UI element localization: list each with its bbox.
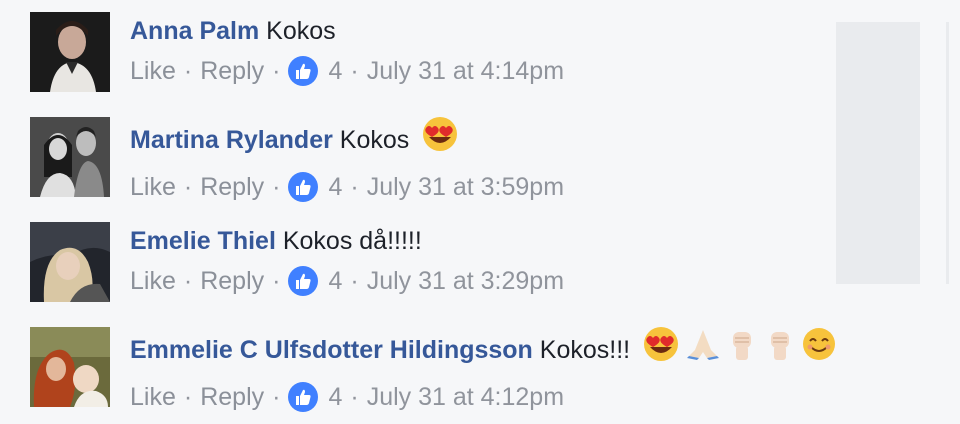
reaction-count[interactable]: 4 xyxy=(328,170,342,204)
reaction-count[interactable]: 4 xyxy=(328,264,342,298)
raised-fist-emoji xyxy=(763,326,797,371)
comment-timestamp[interactable]: July 31 at 4:14pm xyxy=(367,54,564,88)
reply-button[interactable]: Reply xyxy=(200,170,264,204)
reply-button[interactable]: Reply xyxy=(200,380,264,414)
comment-author[interactable]: Martina Rylander xyxy=(130,126,333,154)
heart-eyes-emoji xyxy=(420,116,460,161)
comment-actions: Like · Reply · 4 · July 31 at 3:29pm xyxy=(130,264,960,298)
like-button[interactable]: Like xyxy=(130,170,176,204)
reaction-count[interactable]: 4 xyxy=(328,380,342,414)
like-button[interactable]: Like xyxy=(130,264,176,298)
reply-button[interactable]: Reply xyxy=(200,54,264,88)
comment-item: Martina Rylander Kokos Like · Reply · 4 … xyxy=(30,117,960,207)
comment-text-line: Emmelie C Ulfsdotter Hildingsson Kokos!!… xyxy=(130,326,960,374)
comment-text-line: Emelie Thiel Kokos då!!!!! xyxy=(130,224,960,258)
comment-actions: Like · Reply · 4 · July 31 at 4:14pm xyxy=(130,54,960,88)
avatar[interactable] xyxy=(30,222,110,302)
separator: · xyxy=(350,57,359,85)
comment-timestamp[interactable]: July 31 at 4:12pm xyxy=(367,380,564,414)
thumbs-up-icon[interactable] xyxy=(288,56,319,86)
separator: · xyxy=(183,383,193,411)
folded-hands-emoji xyxy=(685,326,721,371)
thumbs-up-icon[interactable] xyxy=(288,172,319,202)
heart-eyes-emoji xyxy=(641,326,681,371)
separator: · xyxy=(183,173,193,201)
like-button[interactable]: Like xyxy=(130,380,176,414)
reaction-count[interactable]: 4 xyxy=(328,54,342,88)
separator: · xyxy=(272,173,281,201)
separator: · xyxy=(272,57,281,85)
comment-item: Emelie Thiel Kokos då!!!!! Like · Reply … xyxy=(30,222,960,312)
comment-text-line: Martina Rylander Kokos xyxy=(130,116,960,164)
avatar[interactable] xyxy=(30,117,110,197)
smiling-emoji xyxy=(801,326,837,371)
separator: · xyxy=(183,267,193,295)
comment-timestamp[interactable]: July 31 at 3:59pm xyxy=(367,170,564,204)
separator: · xyxy=(350,173,359,201)
comment-text-line: Anna Palm Kokos xyxy=(130,14,960,48)
comment-actions: Like · Reply · 4 · July 31 at 3:59pm xyxy=(130,170,960,204)
avatar[interactable] xyxy=(30,12,110,92)
reply-button[interactable]: Reply xyxy=(200,264,264,298)
comment-author[interactable]: Anna Palm xyxy=(130,17,259,45)
avatar[interactable] xyxy=(30,327,110,407)
like-button[interactable]: Like xyxy=(130,54,176,88)
comment-timestamp[interactable]: July 31 at 3:29pm xyxy=(367,264,564,298)
comment-author[interactable]: Emmelie C Ulfsdotter Hildingsson xyxy=(130,336,533,364)
comment-text: Kokos då!!!!! xyxy=(282,227,422,255)
separator: · xyxy=(350,267,359,295)
comment-author[interactable]: Emelie Thiel xyxy=(130,227,276,255)
separator: · xyxy=(183,57,193,85)
thumbs-up-icon[interactable] xyxy=(288,266,319,296)
comment-text: Kokos xyxy=(339,126,410,155)
separator: · xyxy=(350,383,359,411)
separator: · xyxy=(272,383,281,411)
comment-item: Anna Palm Kokos Like · Reply · 4 · July … xyxy=(30,12,960,102)
comment-text: Kokos xyxy=(266,17,336,45)
raised-fist-emoji xyxy=(725,326,759,371)
comment-item: Emmelie C Ulfsdotter Hildingsson Kokos!!… xyxy=(30,327,960,417)
separator: · xyxy=(272,267,281,295)
comment-actions: Like · Reply · 4 · July 31 at 4:12pm xyxy=(130,380,960,414)
thumbs-up-icon[interactable] xyxy=(288,382,319,412)
comment-text: Kokos!!! xyxy=(539,336,631,365)
